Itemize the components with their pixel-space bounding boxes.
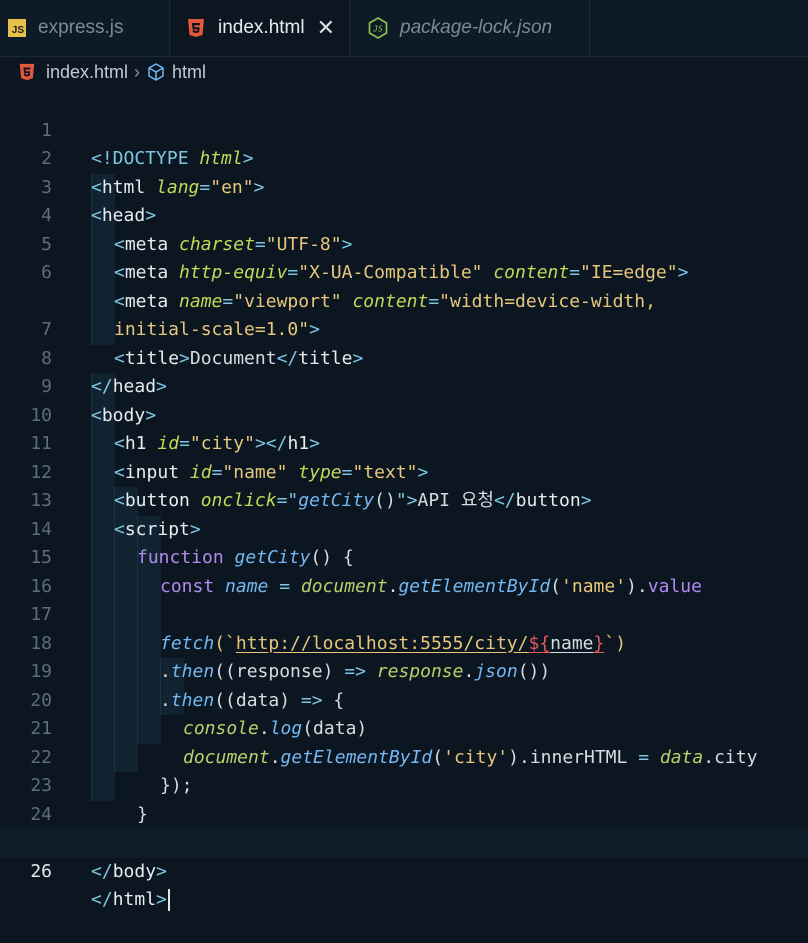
code-line: 24 </script> bbox=[0, 772, 808, 854]
code-editor[interactable]: 1 <!DOCTYPE html> 2 <html lang="en"> 3 <… bbox=[0, 88, 808, 912]
code-line: 9 <body> bbox=[0, 345, 808, 426]
code-line: 18 .then((response) => response.json()) bbox=[0, 601, 808, 683]
code-line: 20 console.log(data) bbox=[0, 658, 808, 740]
code-line: 7 <title>Document</title> bbox=[0, 288, 808, 369]
html5-icon bbox=[188, 19, 204, 37]
code-line: 19 .then((data) => { bbox=[0, 630, 808, 711]
code-line-wrapped: initial-scale=1.0"> bbox=[0, 259, 808, 340]
tab-index-html[interactable]: index.html ✕ bbox=[170, 0, 350, 56]
code-line: 15 const name = document.getElementById(… bbox=[0, 516, 808, 597]
tab-label: package-lock.json bbox=[400, 17, 553, 38]
cube-icon bbox=[148, 63, 164, 81]
code-line: 23 } bbox=[0, 744, 808, 825]
js-icon: JS bbox=[8, 19, 26, 37]
breadcrumb-symbol[interactable]: html bbox=[172, 62, 206, 83]
tab-package-lock-json[interactable]: JS package-lock.json bbox=[350, 0, 590, 56]
code-line: 5 <meta http-equiv="X-UA-Compatible" con… bbox=[0, 202, 808, 284]
tab-label: express.js bbox=[38, 17, 124, 38]
code-line: 6 <meta name="viewport" content="width=d… bbox=[0, 231, 808, 312]
code-line: 17 fetch(`http://localhost:5555/city/${n… bbox=[0, 573, 808, 654]
nodejs-icon: JS bbox=[368, 17, 388, 39]
code-line: 8 </head> bbox=[0, 316, 808, 398]
html5-icon bbox=[19, 63, 35, 81]
code-line: 22 }); bbox=[0, 715, 808, 797]
close-icon[interactable]: ✕ bbox=[317, 15, 335, 41]
code-line: 12 <button onclick="getCity()">API 요청</b… bbox=[0, 430, 808, 512]
editor-tab-bar: JS express.js index.html ✕ JS package-lo… bbox=[0, 0, 808, 57]
code-line: 21 document.getElementById('city').inner… bbox=[0, 687, 808, 768]
text-cursor bbox=[167, 889, 170, 911]
breadcrumb-file[interactable]: index.html bbox=[46, 62, 128, 83]
code-line: 1 <!DOCTYPE html> bbox=[0, 88, 808, 170]
code-line: 11 <input id="name" type="text"> bbox=[0, 402, 808, 483]
code-line: 2 <html lang="en"> bbox=[0, 117, 808, 198]
code-line: 13 <script> bbox=[0, 459, 808, 540]
line-number-current: 26 bbox=[30, 860, 52, 882]
code-line-current: 26 </html> bbox=[0, 829, 808, 911]
code-line: 16 bbox=[0, 544, 808, 597]
tab-label: index.html bbox=[218, 17, 305, 38]
chevron-right-icon: › bbox=[134, 61, 141, 82]
code-line: 14 function getCity() { bbox=[0, 487, 808, 569]
code-line: 4 <meta charset="UTF-8"> bbox=[0, 174, 808, 255]
code-text: </body> bbox=[91, 860, 167, 882]
code-text: </html> bbox=[91, 886, 170, 915]
code-line: 25 </body> bbox=[0, 801, 808, 882]
breadcrumb: index.html › html bbox=[0, 57, 808, 87]
svg-text:JS: JS bbox=[372, 25, 383, 34]
tab-bar-empty-area bbox=[590, 0, 808, 56]
tab-express-js[interactable]: JS express.js bbox=[0, 0, 170, 56]
code-line: 10 <h1 id="city"></h1> bbox=[0, 373, 808, 455]
code-line: 3 <head> bbox=[0, 145, 808, 227]
